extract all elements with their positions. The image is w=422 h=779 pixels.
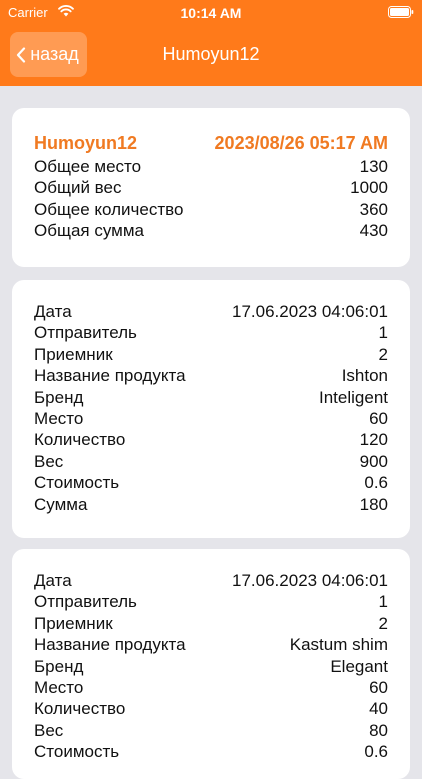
row-label: Бренд bbox=[34, 656, 84, 676]
row-value: 40 bbox=[369, 699, 388, 719]
row-value: 1000 bbox=[350, 178, 388, 198]
shipment-row: Название продукта Kastum shim bbox=[34, 634, 388, 655]
row-label: Стоимость bbox=[34, 742, 120, 762]
summary-row: Общее место 130 bbox=[34, 156, 388, 177]
shipment-row: Количество 40 bbox=[34, 698, 388, 719]
shipment-row: Отправитель 1 bbox=[34, 591, 388, 612]
shipment-row: Количество 120 bbox=[34, 429, 388, 450]
row-label: Сумма bbox=[34, 494, 88, 514]
shipment-row: Приемник 2 bbox=[34, 344, 388, 365]
status-time: 10:14 AM bbox=[180, 5, 242, 21]
row-value: 2 bbox=[378, 613, 388, 633]
summary-datetime: 2023/08/26 05:17 AM bbox=[214, 133, 388, 153]
row-value: 17.06.2023 04:06:01 bbox=[232, 571, 388, 590]
row-label: Вес bbox=[34, 451, 64, 471]
row-label: Дата bbox=[34, 302, 72, 321]
shipment-row: Вес 80 bbox=[34, 720, 388, 741]
row-value: Ishton bbox=[341, 366, 388, 386]
shipment-row: Дата 17.06.2023 04:06:01 bbox=[34, 301, 388, 322]
row-label: Приемник bbox=[34, 344, 113, 364]
row-label: Место bbox=[34, 409, 84, 429]
row-label: Место bbox=[34, 678, 84, 698]
row-label: Приемник bbox=[34, 613, 113, 633]
row-label: Количество bbox=[34, 430, 126, 450]
row-value: 900 bbox=[359, 451, 388, 471]
summary-row: Общее количество 360 bbox=[34, 199, 388, 220]
shipment-row: Стоимость 0.6 bbox=[34, 472, 388, 493]
row-value: Elegant bbox=[330, 656, 388, 676]
summary-user: Humoyun12 bbox=[34, 133, 138, 153]
row-label: Отправитель bbox=[34, 323, 137, 343]
row-label: Общее количество bbox=[34, 199, 184, 219]
summary-header: Humoyun12 2023/08/26 05:17 AM bbox=[34, 131, 388, 155]
row-value: Inteligent bbox=[319, 387, 388, 407]
shipment-card[interactable]: Дата 17.06.2023 04:06:01 Отправитель 1 П… bbox=[12, 280, 410, 538]
row-label: Количество bbox=[34, 699, 126, 719]
navigation-header: Carrier 10:14 AM назад Humoyun12 bbox=[0, 0, 422, 86]
status-bar: Carrier 10:14 AM bbox=[0, 0, 422, 26]
row-label: Общая сумма bbox=[34, 221, 144, 241]
row-value: 80 bbox=[369, 720, 388, 740]
row-value: 1 bbox=[378, 323, 388, 343]
battery-icon bbox=[388, 6, 414, 18]
shipment-row: Дата 17.06.2023 04:06:01 bbox=[34, 570, 388, 591]
row-value: 0.6 bbox=[364, 473, 388, 493]
shipment-row: Приемник 2 bbox=[34, 613, 388, 634]
row-value: 0.6 bbox=[364, 742, 388, 762]
shipment-card[interactable]: Дата 17.06.2023 04:06:01 Отправитель 1 П… bbox=[12, 549, 410, 779]
row-label: Стоимость bbox=[34, 473, 120, 493]
row-value: 130 bbox=[359, 157, 388, 176]
row-label: Общее место bbox=[34, 157, 142, 176]
shipment-row: Сумма 180 bbox=[34, 494, 388, 515]
row-label: Название продукта bbox=[34, 366, 186, 386]
row-label: Общий вес bbox=[34, 178, 122, 198]
shipment-row: Название продукта Ishton bbox=[34, 365, 388, 386]
row-value: 120 bbox=[359, 430, 388, 450]
summary-card: Humoyun12 2023/08/26 05:17 AM Общее мест… bbox=[12, 108, 410, 267]
shipment-row: Место 60 bbox=[34, 408, 388, 429]
row-value: 60 bbox=[369, 409, 388, 429]
summary-row: Общий вес 1000 bbox=[34, 177, 388, 198]
row-value: 180 bbox=[359, 494, 388, 514]
row-value: 430 bbox=[359, 221, 388, 241]
row-label: Вес bbox=[34, 720, 64, 740]
row-value: 17.06.2023 04:06:01 bbox=[232, 302, 388, 321]
row-value: Kastum shim bbox=[289, 635, 388, 655]
shipment-row: Бренд Inteligent bbox=[34, 387, 388, 408]
shipment-row: Бренд Elegant bbox=[34, 656, 388, 677]
row-label: Название продукта bbox=[34, 635, 186, 655]
shipment-row: Стоимость 0.6 bbox=[34, 741, 388, 762]
shipment-row: Отправитель 1 bbox=[34, 322, 388, 343]
row-value: 360 bbox=[359, 199, 388, 219]
shipment-row: Вес 900 bbox=[34, 451, 388, 472]
row-label: Отправитель bbox=[34, 592, 137, 612]
row-value: 60 bbox=[369, 678, 388, 698]
row-value: 1 bbox=[378, 592, 388, 612]
row-value: 2 bbox=[378, 344, 388, 364]
shipment-row: Место 60 bbox=[34, 677, 388, 698]
row-label: Бренд bbox=[34, 387, 84, 407]
summary-row: Общая сумма 430 bbox=[34, 220, 388, 241]
row-label: Дата bbox=[34, 571, 72, 590]
page-title: Humoyun12 bbox=[162, 44, 260, 64]
